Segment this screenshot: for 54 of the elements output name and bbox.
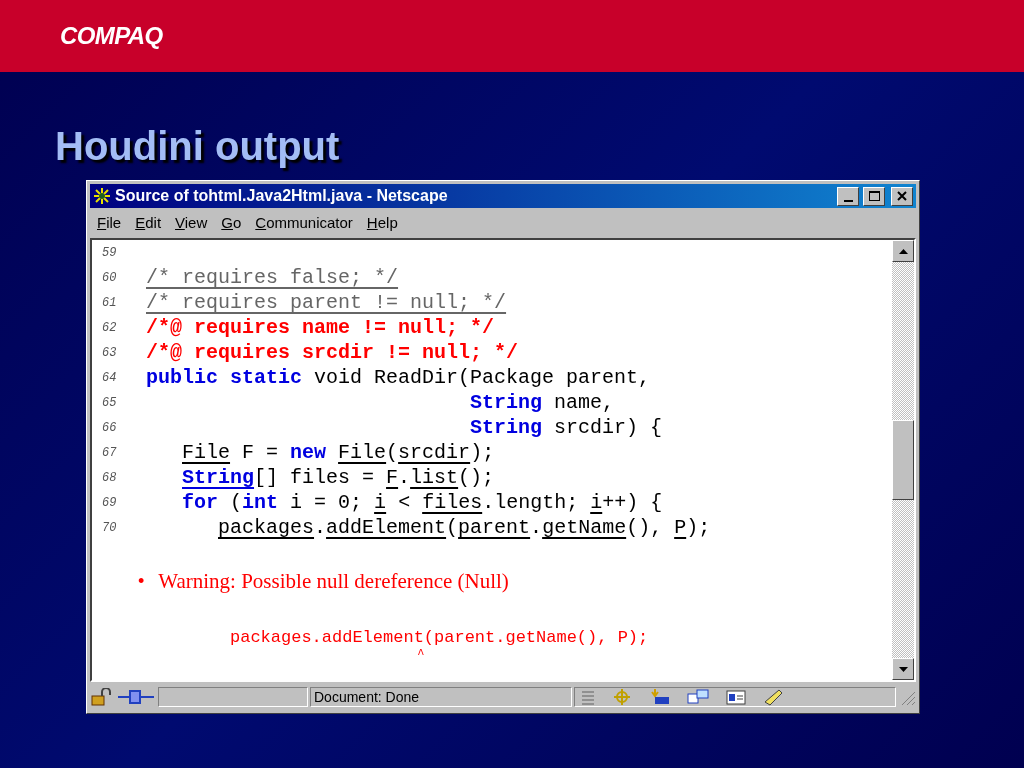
address-card-icon bbox=[725, 688, 747, 706]
menu-item[interactable]: Help bbox=[363, 211, 401, 235]
line-number: 66 bbox=[102, 419, 118, 437]
code-line: /* requires false; */ bbox=[146, 265, 399, 290]
caret-marker: ^ bbox=[416, 647, 426, 662]
line-number: 61 bbox=[102, 294, 118, 312]
menu-item[interactable]: Go bbox=[218, 211, 245, 235]
maximize-button[interactable] bbox=[863, 186, 885, 206]
line-number: 67 bbox=[102, 444, 118, 462]
line-number: 59 bbox=[102, 244, 118, 262]
up-arrow-icon bbox=[898, 248, 908, 254]
padlock-icon bbox=[90, 688, 114, 706]
line-number: 63 bbox=[102, 344, 118, 362]
line-number: 60 bbox=[102, 269, 118, 287]
scroll-thumb[interactable] bbox=[892, 420, 914, 500]
line-number: 62 bbox=[102, 319, 118, 337]
menu-item[interactable]: File bbox=[94, 211, 125, 235]
chat-icon bbox=[687, 688, 709, 706]
scroll-up-button[interactable] bbox=[892, 240, 914, 262]
list-icon bbox=[581, 689, 595, 705]
code-line: /*@ requires name != null; */ bbox=[146, 315, 495, 340]
menu-item[interactable]: Communicator bbox=[252, 211, 356, 235]
star-icon bbox=[93, 187, 111, 205]
line-number: 64 bbox=[102, 369, 118, 387]
close-icon bbox=[897, 191, 907, 201]
minimize-button[interactable] bbox=[837, 186, 859, 206]
code-line: /*@ requires srcdir != null; */ bbox=[146, 340, 519, 365]
close-button[interactable] bbox=[891, 186, 913, 206]
scroll-down-button[interactable] bbox=[892, 658, 914, 680]
warning-code: packages.addElement(parent.getName(), P); bbox=[230, 627, 650, 648]
down-arrow-icon bbox=[898, 666, 908, 672]
code-line: packages.addElement(parent.getName(), P); bbox=[217, 515, 711, 540]
line-number: 68 bbox=[102, 469, 118, 487]
code-line: for (int i = 0; i < files.length; i++) { bbox=[181, 490, 663, 515]
code-line: String[] files = F.list(); bbox=[181, 465, 495, 490]
logo: COMPAQ bbox=[60, 21, 163, 51]
menu-item[interactable]: Edit bbox=[132, 211, 165, 235]
line-number: 65 bbox=[102, 394, 118, 412]
line-number: 69 bbox=[102, 494, 118, 512]
window-title: Source of tohtml.Java2Html.java - Netscape bbox=[115, 186, 449, 206]
menu-item[interactable]: View bbox=[172, 211, 211, 235]
code-line: /* requires parent != null; */ bbox=[146, 290, 507, 315]
code-line: String srcdir) { bbox=[469, 415, 663, 440]
warning-message: Warning: Possible null dereference (Null) bbox=[158, 568, 509, 595]
pen-icon bbox=[763, 688, 785, 706]
code-line: public static void ReadDir(Package parent, bbox=[146, 365, 651, 390]
slide-title: Houdini output bbox=[55, 123, 340, 170]
vertical-scrollbar[interactable] bbox=[892, 240, 914, 680]
line-number: 70 bbox=[102, 519, 118, 537]
connector-icon bbox=[116, 688, 156, 706]
bullet: • bbox=[138, 570, 145, 594]
code-line: String name, bbox=[469, 390, 615, 415]
code-line: File F = new File(srcdir); bbox=[181, 440, 495, 465]
status-text: Document: Done bbox=[310, 687, 572, 707]
